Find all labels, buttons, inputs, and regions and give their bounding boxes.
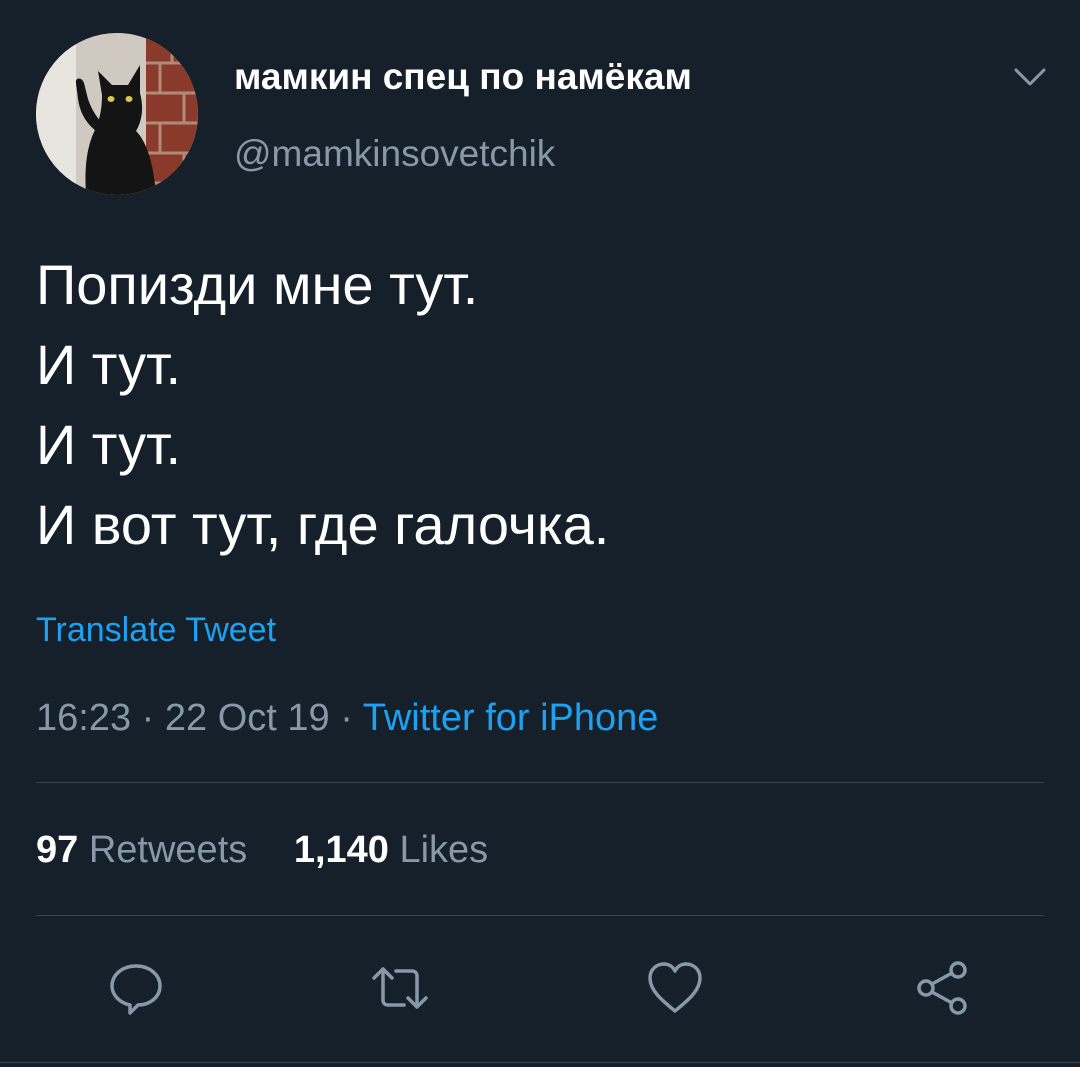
avatar[interactable]: [36, 33, 198, 195]
divider: [36, 782, 1044, 783]
meta-separator: ·: [329, 697, 363, 739]
reply-icon: [110, 964, 162, 1015]
tweet-text: Попизди мне тут. И тут. И тут. И вот тут…: [36, 245, 1046, 565]
divider: [0, 1062, 1080, 1063]
handle[interactable]: @mamkinsovetchik: [234, 133, 555, 175]
tweet-source-link[interactable]: Twitter for iPhone: [363, 697, 659, 739]
tweet-text-line: И тут.: [36, 333, 182, 396]
engagement-stats: 97 Retweets 1,140 Likes: [36, 829, 488, 872]
tweet-metadata: 16:23 · 22 Oct 19 · Twitter for iPhone: [36, 697, 658, 740]
likes-count: 1,140: [293, 829, 389, 871]
like-button[interactable]: [645, 958, 705, 1018]
tweet-time: 16:23: [36, 697, 132, 739]
chevron-down-icon: [1014, 68, 1046, 86]
black-cat-avatar-icon: [36, 33, 198, 195]
likes-label: Likes: [399, 829, 489, 871]
retweet-icon: [372, 967, 428, 1009]
display-name[interactable]: мамкин спец по намёкам: [234, 56, 692, 98]
share-icon: [917, 961, 967, 1015]
share-button[interactable]: [912, 958, 972, 1018]
meta-separator: ·: [131, 697, 165, 739]
tweet-detail: мамкин спец по намёкам @mamkinsovetchik …: [0, 0, 1080, 1067]
translate-tweet-link[interactable]: Translate Tweet: [36, 611, 276, 650]
tweet-text-line: И тут.: [36, 413, 182, 476]
more-options-button[interactable]: [1010, 62, 1050, 92]
retweet-button[interactable]: [370, 958, 430, 1018]
retweets-stat[interactable]: 97 Retweets: [36, 829, 247, 872]
retweets-label: Retweets: [88, 829, 248, 871]
reply-button[interactable]: [106, 958, 166, 1018]
heart-icon: [648, 962, 702, 1013]
tweet-date: 22 Oct 19: [164, 697, 330, 739]
tweet-text-line: Попизди мне тут.: [36, 253, 479, 316]
retweets-count: 97: [36, 829, 79, 871]
likes-stat[interactable]: 1,140 Likes: [294, 829, 488, 872]
tweet-text-line: И вот тут, где галочка.: [36, 493, 610, 556]
divider: [36, 915, 1044, 916]
